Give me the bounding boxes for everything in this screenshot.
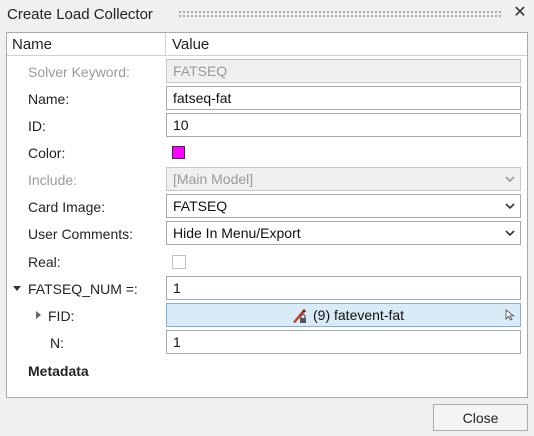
row-fatseq-num: FATSEQ_NUM =: 1 [7,276,527,302]
close-icon[interactable]: ✕ [512,5,528,21]
fid-value: (9) fatevent-fat [313,307,405,323]
row-metadata: Metadata [7,358,527,384]
card-image-value: FATSEQ [173,198,228,214]
color-swatch[interactable] [172,146,185,159]
real-label: Real: [28,254,61,270]
fatseq-num-field[interactable]: 1 [166,276,521,300]
row-include: Include: [Main Model] [7,167,527,193]
row-user-comments: User Comments: Hide In Menu/Export [7,221,527,247]
id-field[interactable]: 10 [166,113,521,137]
header-divider[interactable] [165,33,166,55]
row-fid: FID: (9) fatevent-fat [7,303,527,329]
n-label: N: [50,335,64,351]
solver-keyword-field: FATSEQ [166,59,521,83]
card-image-select[interactable]: FATSEQ [166,194,521,218]
user-comments-value: Hide In Menu/Export [173,225,301,241]
fid-entity-selector[interactable]: (9) fatevent-fat [166,303,521,327]
real-checkbox[interactable] [172,255,186,269]
color-label: Color: [28,145,66,161]
window-title: Create Load Collector [7,6,153,23]
row-name: Name: fatseq-fat [7,86,527,112]
cursor-arrow-icon [505,309,515,321]
close-button[interactable]: Close [433,404,528,431]
row-card-image: Card Image: FATSEQ [7,194,527,220]
include-value: [Main Model] [173,171,254,187]
chevron-down-icon [505,203,515,210]
chevron-down-icon [505,176,515,183]
properties-panel: Name Value Solver Keyword: FATSEQ Name: … [6,32,528,398]
user-comments-select[interactable]: Hide In Menu/Export [166,221,521,245]
header-name: Name [12,36,53,53]
row-real: Real: [7,249,527,275]
chevron-down-icon [505,230,515,237]
include-select: [Main Model] [166,167,521,191]
row-n: N: 1 [7,330,527,356]
title-bar: Create Load Collector ✕ [0,0,534,30]
include-label: Include: [28,172,78,188]
triangle-down-icon[interactable] [13,286,21,291]
fid-label: FID: [48,308,75,324]
name-field[interactable]: fatseq-fat [166,86,521,110]
id-label: ID: [28,118,46,134]
metadata-label: Metadata [28,363,89,379]
triangle-right-icon[interactable] [36,311,41,319]
card-image-label: Card Image: [28,199,106,215]
row-id: ID: 10 [7,113,527,139]
drag-handle[interactable] [178,10,502,18]
fatigue-event-icon [293,309,306,323]
header-value: Value [172,36,210,53]
name-label: Name: [28,91,70,107]
row-color: Color: [7,140,527,166]
row-solver-keyword: Solver Keyword: FATSEQ [7,59,527,85]
user-comments-label: User Comments: [28,226,134,242]
fatseq-num-label: FATSEQ_NUM =: [28,281,138,297]
table-header: Name Value [7,33,527,56]
n-field[interactable]: 1 [166,330,521,354]
solver-keyword-label: Solver Keyword: [28,64,130,80]
